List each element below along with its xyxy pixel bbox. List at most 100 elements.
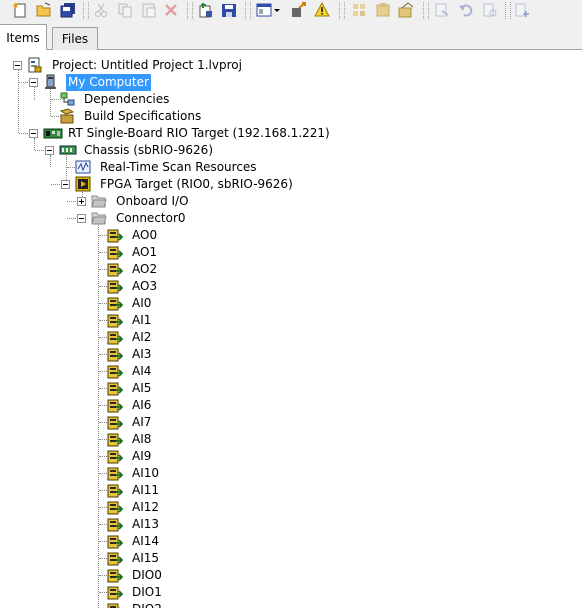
tree-item-channel[interactable]: AI13 bbox=[0, 516, 582, 533]
io-channel-icon bbox=[107, 227, 123, 243]
diff-icon[interactable] bbox=[481, 1, 499, 19]
collapse-toggle[interactable] bbox=[29, 129, 38, 138]
tree-item-channel[interactable]: AI14 bbox=[0, 533, 582, 550]
tree-guide-line bbox=[19, 133, 28, 134]
folder-icon bbox=[91, 193, 107, 209]
tab-files[interactable]: Files bbox=[52, 27, 98, 50]
tree-item-channel[interactable]: AI10 bbox=[0, 465, 582, 482]
io-channel-icon bbox=[107, 431, 123, 447]
io-channel-icon bbox=[107, 244, 123, 260]
toolbar-separator bbox=[505, 2, 511, 19]
tree-item-build-specifications[interactable]: Build Specifications bbox=[0, 108, 582, 125]
tree-item-my-computer[interactable]: My Computer bbox=[0, 74, 582, 91]
build-icon[interactable] bbox=[197, 1, 215, 19]
tree-label: AO1 bbox=[132, 245, 158, 259]
dropdown-arrow-icon[interactable] bbox=[272, 1, 282, 19]
tree-item-dependencies[interactable]: Dependencies bbox=[0, 91, 582, 108]
tree-item-scan-resources[interactable]: Real-Time Scan Resources bbox=[0, 159, 582, 176]
tree-label: AO0 bbox=[132, 228, 158, 242]
tree-item-chassis[interactable]: Chassis (sbRIO-9626) bbox=[0, 142, 582, 159]
tree-item-onboard-io[interactable]: Onboard I/O bbox=[0, 193, 582, 210]
tree-item-channel[interactable]: AI2 bbox=[0, 329, 582, 346]
tree-item-rt-target[interactable]: RT Single-Board RIO Target (192.168.1.22… bbox=[0, 125, 582, 142]
toolbar-separator bbox=[245, 2, 251, 19]
cut-icon[interactable] bbox=[92, 1, 110, 19]
source-control-icon[interactable] bbox=[433, 1, 451, 19]
tree-item-channel[interactable]: AO0 bbox=[0, 227, 582, 244]
computer-icon bbox=[43, 74, 59, 90]
tree-item-channel[interactable]: AO2 bbox=[0, 261, 582, 278]
tab-items[interactable]: Items bbox=[0, 24, 47, 50]
tree-item-channel[interactable]: AI0 bbox=[0, 295, 582, 312]
tree-item-channel[interactable]: AI9 bbox=[0, 448, 582, 465]
tree-label: Connector0 bbox=[116, 211, 186, 225]
tree-label: AI15 bbox=[132, 551, 160, 565]
tree-item-channel[interactable]: AI7 bbox=[0, 414, 582, 431]
delete-icon[interactable] bbox=[162, 1, 180, 19]
folder-open-icon bbox=[91, 210, 107, 226]
copy-icon[interactable] bbox=[116, 1, 134, 19]
resolve-icon[interactable] bbox=[350, 1, 368, 19]
chassis-icon bbox=[59, 142, 77, 158]
tree-guide-line bbox=[67, 201, 76, 202]
toolbar-separator bbox=[83, 2, 89, 19]
io-channel-icon bbox=[107, 312, 123, 328]
io-channel-icon bbox=[107, 584, 123, 600]
tree-item-connector0[interactable]: Connector0 bbox=[0, 210, 582, 227]
add-file-icon[interactable] bbox=[513, 1, 531, 19]
io-channel-icon bbox=[107, 448, 123, 464]
save-all-icon[interactable] bbox=[59, 1, 77, 19]
tree-item-channel[interactable]: AI3 bbox=[0, 346, 582, 363]
tree-item-channel[interactable]: AI11 bbox=[0, 482, 582, 499]
io-channel-icon bbox=[107, 601, 123, 608]
tree-item-channel[interactable]: DIO0 bbox=[0, 567, 582, 584]
tree-label: AI3 bbox=[132, 347, 152, 361]
fpga-target-icon bbox=[75, 176, 91, 192]
toolbar bbox=[0, 0, 582, 23]
project-icon bbox=[27, 57, 43, 73]
tree-item-channel[interactable]: AI6 bbox=[0, 397, 582, 414]
tree-item-channel[interactable]: AI12 bbox=[0, 499, 582, 516]
package-icon[interactable] bbox=[397, 1, 415, 19]
undo-icon[interactable] bbox=[457, 1, 475, 19]
io-channel-icon bbox=[107, 550, 123, 566]
group-icon[interactable] bbox=[374, 1, 392, 19]
open-folder-icon[interactable] bbox=[35, 1, 53, 19]
warning-icon[interactable] bbox=[313, 1, 331, 19]
save-icon[interactable] bbox=[220, 1, 238, 19]
window-icon[interactable] bbox=[255, 1, 273, 19]
paste-icon[interactable] bbox=[140, 1, 158, 19]
tree-label: AI9 bbox=[132, 449, 152, 463]
expand-toggle[interactable] bbox=[77, 197, 86, 206]
collapse-toggle[interactable] bbox=[45, 146, 54, 155]
toolbar-separator bbox=[187, 2, 193, 19]
io-channel-icon bbox=[107, 499, 123, 515]
tree-label: Chassis (sbRIO-9626) bbox=[84, 143, 213, 157]
tree-item-channel[interactable]: AI8 bbox=[0, 431, 582, 448]
tree-item-fpga-target[interactable]: FPGA Target (RIO0, sbRIO-9626) bbox=[0, 176, 582, 193]
tree-item-channel[interactable]: AI5 bbox=[0, 380, 582, 397]
tree-label: FPGA Target (RIO0, sbRIO-9626) bbox=[100, 177, 293, 191]
tree-label: AI13 bbox=[132, 517, 160, 531]
tree-item-channel[interactable]: AO1 bbox=[0, 244, 582, 261]
tree-item-channel[interactable]: AI15 bbox=[0, 550, 582, 567]
collapse-toggle[interactable] bbox=[29, 78, 38, 87]
tree-item-project[interactable]: Project: Untitled Project 1.lvproj bbox=[0, 57, 582, 74]
tree-item-channel[interactable]: AO3 bbox=[0, 278, 582, 295]
tree-item-channel[interactable]: DIO1 bbox=[0, 584, 582, 601]
collapse-toggle[interactable] bbox=[77, 214, 86, 223]
tree-label: Dependencies bbox=[84, 92, 170, 106]
tree-item-channel[interactable]: DIO2 bbox=[0, 601, 582, 608]
tree-label: AI11 bbox=[132, 483, 160, 497]
tree-item-channel[interactable]: AI1 bbox=[0, 312, 582, 329]
tree-label: DIO1 bbox=[132, 585, 162, 599]
io-channel-icon bbox=[107, 261, 123, 277]
deploy-icon[interactable] bbox=[290, 1, 308, 19]
tree-label: AI5 bbox=[132, 381, 152, 395]
tab-strip: Items Files bbox=[0, 22, 582, 50]
tree-label: Build Specifications bbox=[84, 109, 202, 123]
collapse-toggle[interactable] bbox=[61, 180, 70, 189]
collapse-toggle[interactable] bbox=[13, 61, 22, 70]
tree-item-channel[interactable]: AI4 bbox=[0, 363, 582, 380]
new-file-icon[interactable] bbox=[11, 1, 29, 19]
